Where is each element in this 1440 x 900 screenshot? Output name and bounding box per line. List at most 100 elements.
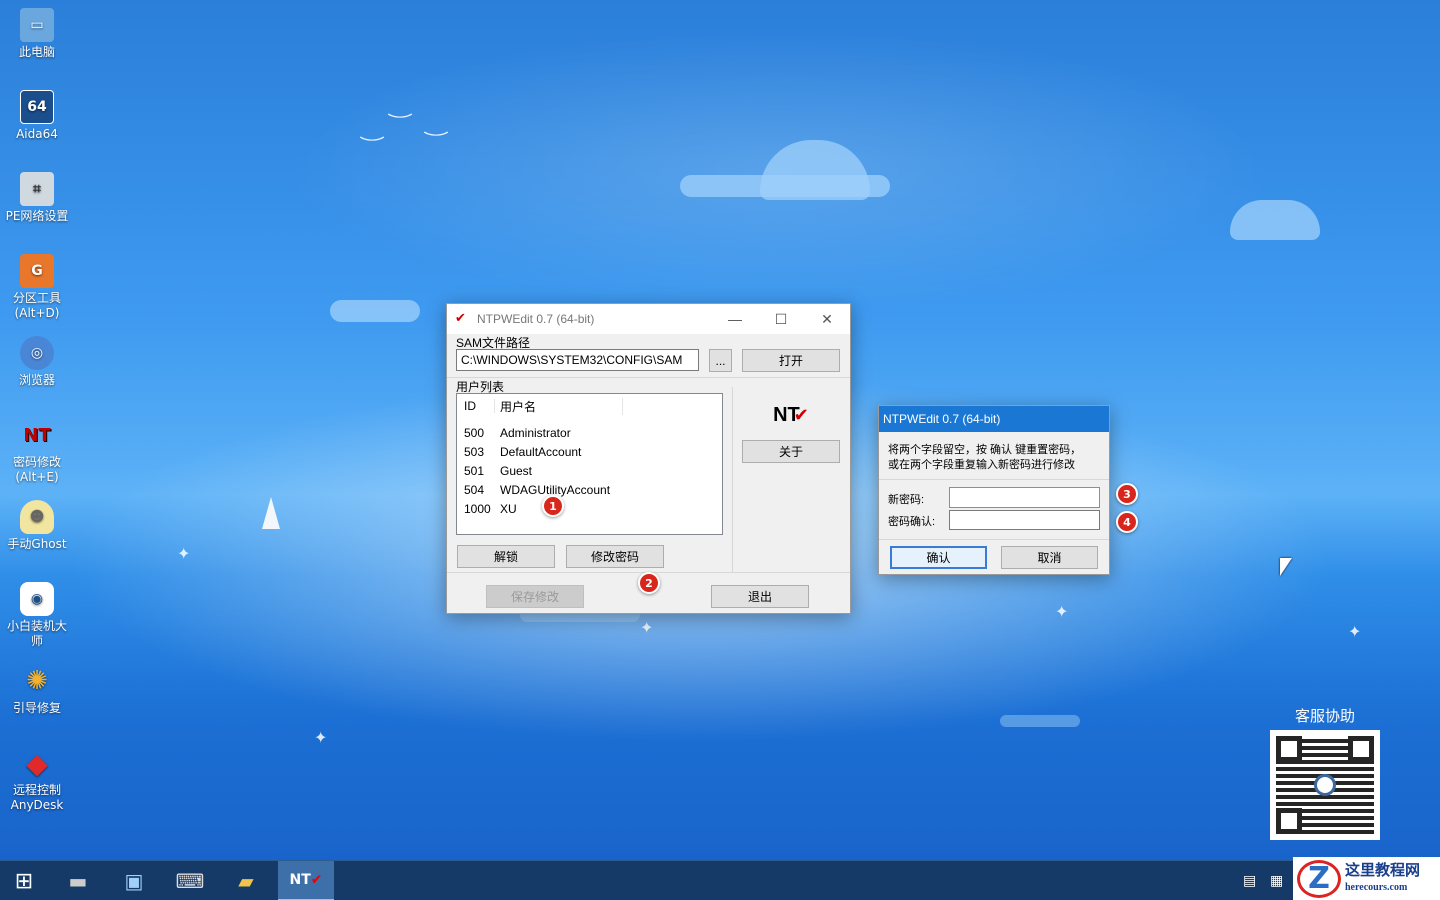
main-window-title: NTPWEdit 0.7 (64-bit) (477, 312, 595, 326)
step-marker-1: 1 (542, 495, 564, 517)
desktop-icon-label: Aida64 (16, 127, 58, 141)
sailboat-decoration (262, 497, 280, 529)
desktop-icon-browser[interactable]: ◎ 浏览器 (2, 336, 72, 388)
desktop-icon-boot-repair[interactable]: ✺ 引导修复 (2, 664, 72, 716)
password-change-icon: NT (23, 424, 51, 446)
ram-drive-icon[interactable]: ▬ (50, 861, 106, 900)
user-list-header: ID 用户名 (457, 394, 722, 418)
change-password-button[interactable]: 修改密码 (566, 545, 664, 568)
cloud-decoration (330, 300, 420, 322)
ntpwedit-main-window: ✔ NTPWEdit 0.7 (64-bit) — ☐ ✕ SAM文件路径 C:… (446, 303, 851, 614)
column-header-username[interactable]: 用户名 (495, 397, 623, 415)
password-dialog: NTPWEdit 0.7 (64-bit) 将两个字段留空，按 确认 键重置密码… (878, 405, 1110, 575)
exit-button[interactable]: 退出 (711, 585, 809, 608)
sparkle-decoration: ✦ (1348, 622, 1362, 641)
aida64-icon: 64 (20, 90, 54, 124)
network-icon: ⌗ (20, 172, 54, 206)
cloud-decoration (760, 140, 870, 200)
desktop-icon-label: 引导修复 (12, 701, 61, 715)
main-titlebar: ✔ NTPWEdit 0.7 (64-bit) — ☐ ✕ (447, 304, 850, 334)
confirm-password-input[interactable] (949, 510, 1100, 530)
close-button[interactable]: ✕ (804, 304, 850, 334)
watermark-url: herecours.com (1345, 881, 1408, 893)
desktop-icon-label: 远程控制 (12, 783, 61, 797)
user-id: 503 (464, 444, 485, 459)
user-name: DefaultAccount (500, 444, 582, 459)
start-icon[interactable]: ⊞ (0, 861, 48, 900)
cancel-button[interactable]: 取消 (1001, 546, 1098, 569)
sparkle-decoration: ✦ (640, 618, 654, 637)
network-settings-icon[interactable]: ▣ (106, 861, 162, 900)
watermark-logo-icon: Z (1297, 859, 1341, 898)
about-button[interactable]: 关于 (742, 440, 840, 463)
divider (879, 479, 1109, 480)
mouse-cursor-icon (1280, 558, 1292, 576)
user-id: 500 (464, 425, 485, 440)
user-id: 501 (464, 463, 485, 478)
new-password-label: 新密码: (888, 494, 925, 506)
divider (732, 387, 733, 572)
step-marker-3: 3 (1116, 483, 1138, 505)
user-id: 504 (464, 482, 485, 497)
new-password-input[interactable] (949, 487, 1100, 508)
desktop-icon-label: PE网络设置 (5, 209, 69, 223)
ghost-icon: ☻ (20, 500, 54, 534)
keyboard-icon[interactable]: ⌨ (162, 861, 218, 900)
browser-icon: ◎ (20, 336, 54, 370)
watermark: Z 这里教程网 herecours.com (1293, 857, 1440, 900)
confirm-password-label: 密码确认: (888, 516, 936, 528)
user-name: XU (500, 501, 517, 516)
user-id: 1000 (464, 501, 491, 516)
sam-path-input[interactable]: C:\WINDOWS\SYSTEM32\CONFIG\SAM (456, 349, 699, 371)
desktop-icon-xiaobai[interactable]: ◉ 小白装机大 师 (2, 582, 72, 649)
user-row[interactable]: 501 Guest (457, 461, 722, 480)
support-qr-code[interactable] (1270, 730, 1380, 840)
dialog-title: NTPWEdit 0.7 (64-bit) (883, 412, 1001, 426)
network-tray-icon[interactable]: ▤ (1243, 873, 1256, 889)
desktop-icon-label: 小白装机大 (6, 619, 67, 633)
user-row[interactable]: 503 DefaultAccount (457, 442, 722, 461)
browse-button[interactable]: ... (709, 349, 732, 372)
step-marker-2: 2 (638, 572, 660, 594)
minimize-button[interactable]: — (712, 304, 758, 334)
user-row[interactable]: 1000 XU (457, 499, 722, 518)
desktop-icon-aida64[interactable]: 64 Aida64 (2, 90, 72, 142)
file-explorer-icon[interactable]: ▰ (218, 861, 274, 900)
dialog-hint-line: 或在两个字段重复输入新密码进行修改 (888, 459, 1075, 471)
support-label: 客服协助 (1294, 707, 1355, 725)
desktop-icon-anydesk[interactable]: ◆ 远程控制 AnyDesk (2, 746, 72, 813)
unlock-button[interactable]: 解锁 (457, 545, 555, 568)
desktop-icon-password-change[interactable]: NT 密码修改 (Alt+E) (2, 418, 72, 485)
bird-decoration: ︶ (423, 130, 449, 149)
user-row[interactable]: 504 WDAGUtilityAccount (457, 480, 722, 499)
xiaobai-icon: ◉ (20, 582, 54, 616)
partition-tool-icon: G (20, 254, 54, 288)
divider (447, 377, 850, 378)
step-marker-4: 4 (1116, 511, 1138, 533)
desktop-icon-label: 手动Ghost (7, 537, 67, 551)
dialog-titlebar: NTPWEdit 0.7 (64-bit) (879, 406, 1109, 432)
desktop-icon-label: (Alt+E) (15, 470, 59, 484)
bird-decoration: ︶ (387, 112, 413, 131)
save-changes-button[interactable]: 保存修改 (486, 585, 584, 608)
desktop-icon-this-pc[interactable]: ▭ 此电脑 (2, 8, 72, 60)
sparkle-decoration: ✦ (177, 544, 191, 563)
cloud-decoration (1000, 715, 1080, 727)
user-list[interactable]: ID 用户名 500 Administrator 503 DefaultAcco… (456, 393, 723, 535)
desktop-icon-label: 分区工具 (12, 291, 61, 305)
dialog-hint: 将两个字段留空，按 确认 键重置密码， 或在两个字段重复输入新密码进行修改 (888, 443, 1081, 473)
maximize-button[interactable]: ☐ (758, 304, 804, 334)
ntpwedit-app-icon: ✔ (455, 310, 466, 325)
open-button[interactable]: 打开 (742, 349, 840, 372)
display-tray-icon[interactable]: ▦ (1270, 873, 1283, 889)
desktop-icon-pe-network[interactable]: ⌗ PE网络设置 (2, 172, 72, 224)
desktop-icon-label: (Alt+D) (14, 306, 60, 320)
bird-decoration: ︶ (359, 135, 385, 154)
qr-pattern-icon (1276, 736, 1374, 834)
ok-button[interactable]: 确认 (890, 546, 987, 569)
desktop-icon-partition-tool[interactable]: G 分区工具 (Alt+D) (2, 254, 72, 321)
column-header-id[interactable]: ID (457, 399, 495, 413)
user-row[interactable]: 500 Administrator (457, 423, 722, 442)
desktop-icon-manual-ghost[interactable]: ☻ 手动Ghost (2, 500, 72, 552)
ntpwedit-icon[interactable]: NT ✔ (278, 861, 334, 900)
